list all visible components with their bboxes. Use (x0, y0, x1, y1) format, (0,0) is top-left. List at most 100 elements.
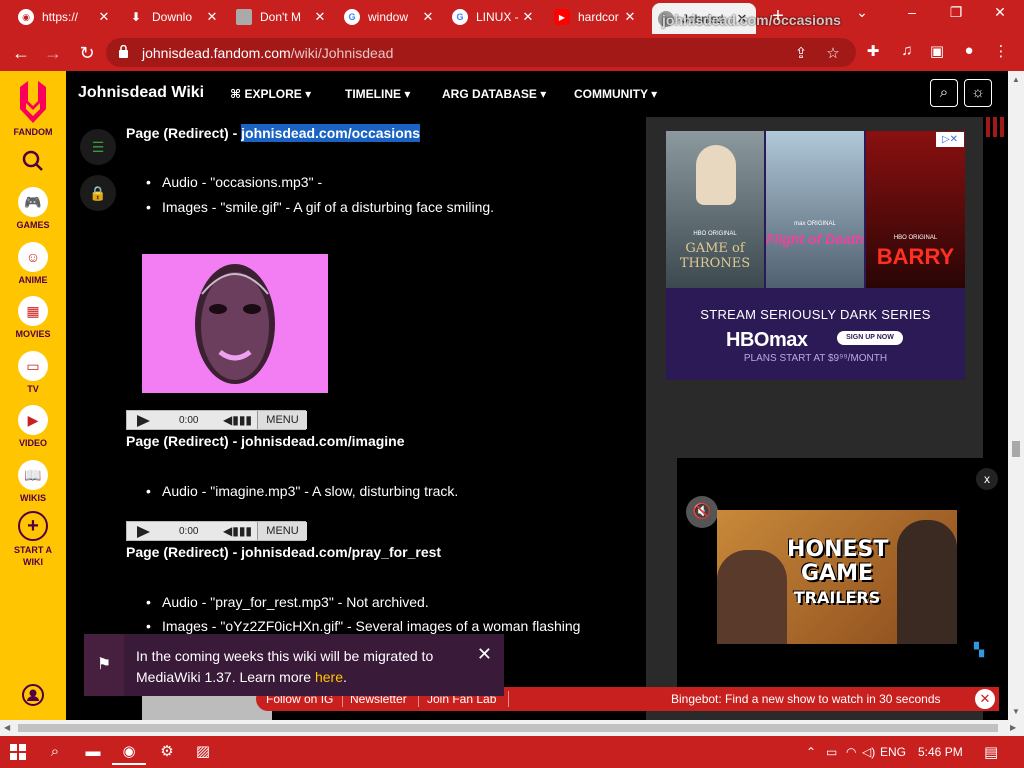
poster-game-of-thrones: HBO ORIGINAL GAME of THRONES (666, 131, 764, 288)
photos-icon[interactable]: ▨ (186, 739, 220, 765)
theme-toggle-icon[interactable]: ☼ (964, 79, 992, 107)
forward-icon[interactable]: → (40, 40, 66, 66)
close-icon[interactable]: ✕ (420, 9, 436, 25)
bookmark-star-icon[interactable]: ☆ (824, 44, 842, 62)
nav-community[interactable]: COMMUNITY ▾ (574, 87, 657, 101)
tab-5[interactable]: G LINUX - ✕ (446, 3, 542, 31)
fandom-logo[interactable]: FANDOM (0, 79, 66, 137)
audio-menu-button[interactable]: MENU (257, 522, 307, 540)
hbo-max-ad[interactable]: HBO ORIGINAL GAME of THRONES max ORIGINA… (666, 131, 965, 380)
horizontal-scrollbar[interactable]: ◀ ▶ (0, 720, 1024, 736)
learn-more-link[interactable]: here (315, 669, 343, 685)
tab-6[interactable]: ▶ hardcor ✕ (548, 3, 644, 31)
tab-search-icon[interactable]: ⌄ (842, 4, 882, 21)
adchoices-icon[interactable]: ▷✕ (936, 132, 964, 147)
flag-icon: ⚑ (84, 634, 124, 696)
volume-icon[interactable]: ◀▮▮▮ (223, 413, 253, 428)
sidebar-item-movies[interactable]: ▦ MOVIES (0, 296, 66, 339)
sidebar-item-start-a-wiki[interactable]: + START A WIKI (0, 511, 66, 568)
close-icon[interactable]: ✕ (312, 9, 328, 25)
scroll-right-icon[interactable]: ▶ (1010, 723, 1016, 732)
tab-2[interactable]: ⬇ Downlo ✕ (122, 3, 226, 31)
audio-player[interactable]: 0:00 ◀▮▮▮ MENU (126, 521, 307, 541)
bingebot-link[interactable]: Bingebot: Find a new show to watch in 30… (671, 692, 941, 706)
maximize-icon[interactable]: ❐ (936, 4, 976, 21)
nav-arg-database[interactable]: ARG DATABASE ▾ (442, 87, 546, 101)
close-icon[interactable]: ✕ (622, 9, 638, 25)
reload-icon[interactable]: ↻ (74, 40, 100, 66)
window-close-icon[interactable]: ✕ (980, 4, 1020, 21)
sidebar-item-wikis[interactable]: 📖 WIKIS (0, 460, 66, 503)
video-ad-player[interactable]: x 🔇 HONEST GAME TRAILERS ▚ (677, 458, 1008, 688)
search-icon[interactable] (0, 149, 66, 175)
tab-4[interactable]: G window ✕ (338, 3, 442, 31)
scroll-thumb[interactable] (1012, 441, 1020, 457)
toc-icon[interactable]: ☰ (80, 129, 116, 165)
migration-notification: ⚑ In the coming weeks this wiki will be … (84, 634, 504, 696)
share-icon[interactable]: ⇪ (792, 44, 810, 62)
scroll-left-icon[interactable]: ◀ (4, 723, 10, 732)
tab-strip: ◉ https:// ✕ ⬇ Downlo ✕ Don't M ✕ G wind… (0, 0, 1024, 34)
sign-up-button[interactable]: SIGN UP NOW (837, 331, 903, 345)
tab-3[interactable]: Don't M ✕ (230, 3, 334, 31)
ad-player-logo-icon: ▚ (974, 642, 984, 657)
close-icon[interactable]: ✕ (96, 9, 112, 25)
tv-icon: ▭ (18, 351, 48, 381)
sidebar-item-games[interactable]: 🎮 GAMES (0, 187, 66, 230)
play-icon[interactable] (137, 415, 150, 427)
close-icon[interactable]: ✕ (520, 9, 536, 25)
scroll-down-icon[interactable]: ▼ (1012, 707, 1020, 716)
close-icon[interactable]: x (976, 468, 998, 490)
audio-menu-button[interactable]: MENU (257, 411, 307, 429)
list-item: Audio - "imagine.mp3" - A slow, disturbi… (146, 483, 458, 499)
tray-chevron-icon[interactable]: ⌃ (806, 745, 816, 759)
dragged-link-ghost: johnisdead.com/occasions (662, 12, 841, 28)
occasions-link[interactable]: johnisdead.com/occasions (241, 124, 421, 142)
wiki-search-icon[interactable]: ⌕ (930, 79, 958, 107)
clock[interactable]: 5:46 PM (918, 745, 963, 759)
user-account-icon[interactable] (0, 683, 66, 709)
tab-1[interactable]: ◉ https:// ✕ (12, 3, 118, 31)
address-bar[interactable]: johnisdead.fandom.com/wiki/Johnisdead ⇪ … (106, 38, 856, 67)
chrome-icon[interactable]: ◉ (112, 739, 146, 765)
audio-player[interactable]: 0:00 ◀▮▮▮ MENU (126, 410, 307, 430)
close-icon[interactable]: ✕ (975, 689, 995, 709)
volume-icon[interactable]: ◁) (862, 745, 875, 759)
extensions-icon[interactable]: ✚ (862, 42, 884, 60)
scroll-thumb[interactable] (18, 724, 998, 732)
vertical-scrollbar[interactable]: ▲ ▼ (1008, 71, 1024, 720)
edit-lock-icon[interactable]: 🔒 (80, 175, 116, 211)
media-control-icon[interactable]: ♫ (896, 42, 918, 59)
new-tab-button[interactable]: + (766, 5, 790, 28)
close-icon[interactable]: ✕ (477, 644, 492, 665)
list-item: Images - "smile.gif" - A gif of a distur… (146, 199, 494, 215)
notification-center-icon[interactable]: ▤ (984, 743, 998, 761)
play-icon[interactable] (137, 526, 150, 538)
close-icon[interactable]: ✕ (204, 9, 220, 25)
sidebar-item-tv[interactable]: ▭ TV (0, 351, 66, 394)
volume-icon[interactable]: ◀▮▮▮ (223, 524, 253, 539)
back-icon[interactable]: ← (8, 40, 34, 66)
scroll-up-icon[interactable]: ▲ (1012, 75, 1020, 84)
sidebar-item-anime[interactable]: ☺ ANIME (0, 242, 66, 285)
language-indicator[interactable]: ENG (880, 745, 906, 759)
search-icon[interactable]: ⌕ (38, 739, 72, 765)
file-explorer-icon[interactable]: ▬ (76, 739, 110, 765)
sidebar-item-video[interactable]: ▶ VIDEO (0, 405, 66, 448)
nav-explore[interactable]: ⌘ EXPLORE ▾ (230, 87, 311, 101)
menu-kebab-icon[interactable]: ⋮ (990, 42, 1012, 60)
list-item: Audio - "occasions.mp3" - (146, 174, 322, 190)
profile-icon[interactable]: ● (958, 42, 980, 59)
side-panel-icon[interactable]: ▣ (926, 42, 948, 60)
lock-icon[interactable] (118, 45, 129, 58)
nav-timeline[interactable]: TIMELINE ▾ (345, 87, 410, 101)
wifi-icon[interactable]: ◠ (846, 745, 856, 759)
browser-toolbar: ← → ↻ johnisdead.fandom.com/wiki/Johnisd… (0, 34, 1024, 71)
windows-taskbar: ⌕ ▬ ◉ ⚙ ▨ ⌃ ▭ ◠ ◁) ENG 5:46 PM ▤ (0, 736, 1024, 768)
mute-icon[interactable]: 🔇 (686, 496, 718, 528)
network-icon[interactable]: ▭ (826, 745, 837, 759)
wiki-name[interactable]: Johnisdead Wiki (78, 84, 204, 102)
windows-start-icon[interactable] (10, 744, 26, 760)
settings-gear-icon[interactable]: ⚙ (150, 739, 184, 765)
minimize-icon[interactable]: – (892, 4, 932, 20)
